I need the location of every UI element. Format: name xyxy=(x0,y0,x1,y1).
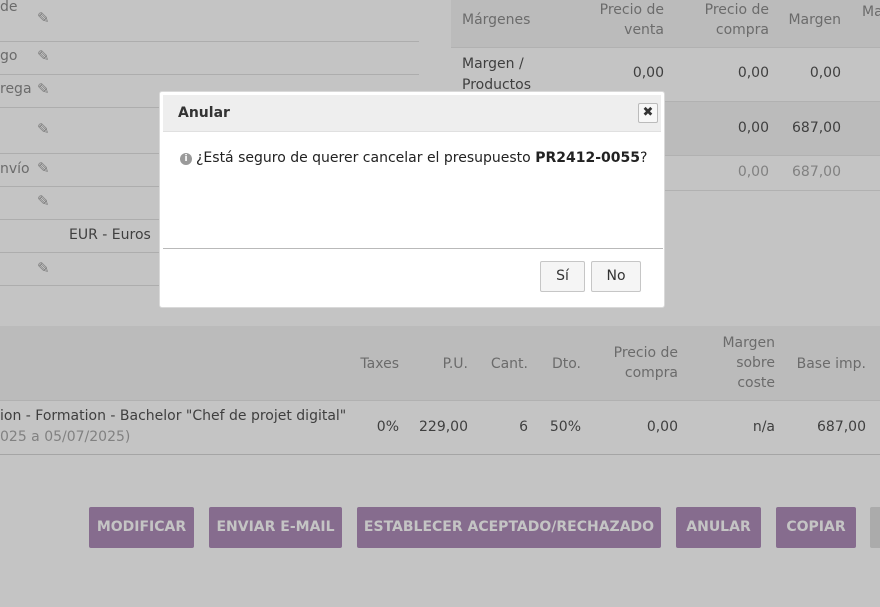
dialog-title: Anular xyxy=(178,105,230,121)
dialog-separator xyxy=(163,248,663,249)
document-reference: PR2412-0055 xyxy=(535,150,640,166)
cancel-dialog: Anular ✖ i ¿Está seguro de querer cancela… xyxy=(159,91,665,308)
yes-button[interactable]: Sí xyxy=(540,261,585,292)
dialog-message-prefix: ¿Está seguro de querer cancelar el presu… xyxy=(196,150,536,166)
dialog-titlebar: Anular ✖ xyxy=(163,95,661,132)
info-icon: i xyxy=(180,153,192,165)
close-icon[interactable]: ✖ xyxy=(638,103,658,123)
dialog-message: i ¿Está seguro de querer cancelar el pres… xyxy=(180,150,647,166)
no-button[interactable]: No xyxy=(591,261,641,292)
dialog-message-suffix: ? xyxy=(639,150,648,166)
